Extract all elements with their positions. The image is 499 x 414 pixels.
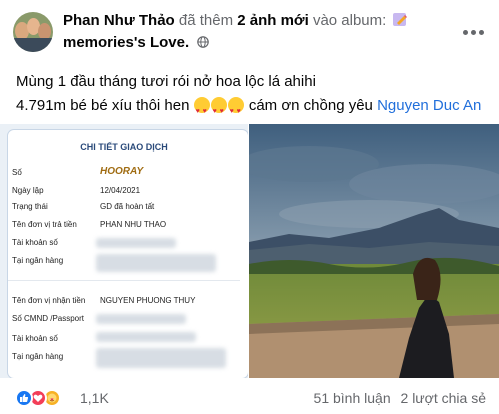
receipt-photo[interactable]: CHI TIẾT GIAO DỊCH HOORAY Số Ngày lập 12… [0,124,248,378]
album-link[interactable]: memories's Love. [63,34,189,51]
landscape-photo[interactable] [249,124,499,378]
redacted-field [96,332,196,342]
heart-eyes-emoji-icon [227,97,244,124]
caption-line-2: 4.791m bé bé xíu thôi hen cám ơn chồng y… [16,94,481,124]
receipt-label: Số CMND /Passport [12,314,85,323]
receipt-value: GD đã hoàn tất [100,202,155,211]
receipt-label: Tên đơn vị nhận tiền [12,296,86,305]
post-caption: Mùng 1 đầu tháng tươi rói nở hoa lộc lá … [16,70,481,124]
like-reaction-icon [15,389,33,407]
engagement-counts: 51 bình luận 2 lượt chia sẻ [314,390,486,406]
photo-count[interactable]: 2 ảnh mới [237,12,309,29]
globe-icon[interactable] [197,36,210,48]
receipt-label: Tên đơn vị trả tiền [12,220,77,229]
receipt-value: PHAN NHU THAO [100,220,167,229]
receipt-title: CHI TIẾT GIAO DỊCH [80,142,168,152]
receipt-label: Tài khoản số [12,238,58,247]
author-name[interactable]: Phan Như Thảo [63,12,175,29]
action-suffix: vào album: [312,12,387,29]
album-line: memories's Love. [63,34,210,51]
post-stats: 1,1K 51 bình luận 2 lượt chia sẻ [0,378,499,414]
photo-grid: CHI TIẾT GIAO DỊCH HOORAY Số Ngày lập 12… [0,124,499,378]
receipt-label: Ngày lập [12,186,44,195]
post-title-line: Phan Như Thảo đã thêm 2 ảnh mới vào albu… [63,12,409,29]
mention-link[interactable]: Nguyen Duc An [377,97,481,114]
receipt-paper: CHI TIẾT GIAO DỊCH HOORAY Số Ngày lập 12… [8,130,248,378]
avatar[interactable] [13,12,53,52]
heart-eyes-emoji-icon [193,97,210,124]
receipt-label: Số [12,168,22,177]
caption-line-1: Mùng 1 đầu tháng tươi rói nở hoa lộc lá … [16,73,316,90]
redacted-field [96,254,216,272]
receipt-stamp: HOORAY [100,166,144,177]
landscape-image [249,124,499,378]
reaction-count[interactable]: 1,1K [80,390,109,406]
redacted-field [96,238,176,248]
share-count[interactable]: 2 lượt chia sẻ [401,390,486,406]
more-options-icon[interactable] [463,22,487,35]
redacted-field [96,348,226,368]
caption-line-2-mid: cám ơn chồng yêu [248,97,373,114]
receipt-value: 12/04/2021 [100,186,141,195]
heart-eyes-emoji-icon [210,97,227,124]
comment-count[interactable]: 51 bình luận [314,390,391,406]
receipt-value: NGUYEN PHUONG THUY [100,296,196,305]
receipt-label: Trạng thái [12,202,48,211]
post-header: Phan Như Thảo đã thêm 2 ảnh mới vào albu… [0,0,499,62]
receipt-label: Tài khoản số [12,334,58,343]
pencil-icon [393,13,408,26]
reaction-icons[interactable] [15,389,75,407]
redacted-field [96,314,186,324]
receipt-label: Tại ngân hàng [12,352,64,361]
action-prefix: đã thêm [178,12,234,29]
receipt-label: Tại ngân hàng [12,256,64,265]
caption-line-2-start: 4.791m bé bé xíu thôi hen [16,97,190,114]
receipt-divider [8,280,240,281]
